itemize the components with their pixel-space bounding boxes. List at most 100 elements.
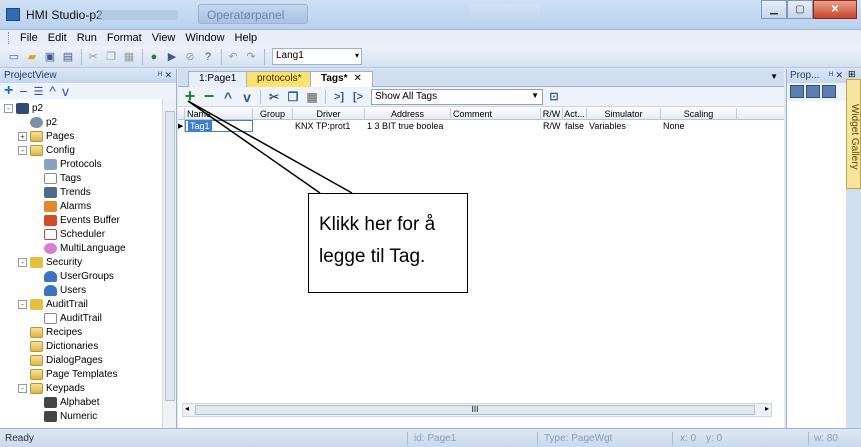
tree-item-config[interactable]: - Config [18,143,75,157]
tabs-dropdown-icon[interactable]: ▼ [770,72,778,81]
scroll-left-icon[interactable]: ◂ [185,404,189,413]
menu-file[interactable]: File [15,32,43,44]
move-down-icon[interactable]: v [239,89,255,105]
cut-icon[interactable]: ✂ [85,49,101,65]
play-icon[interactable]: ▶ [164,49,180,65]
row-indicator-icon[interactable]: ▶ [178,120,185,132]
add-icon[interactable]: + [4,82,13,100]
tab-tags[interactable]: Tags* ✕ [310,71,373,88]
tree-item-page-templates[interactable]: Page Templates [18,367,118,381]
column-header-rw[interactable]: R/W [541,108,563,119]
scrollbar-thumb[interactable] [165,111,175,401]
scrollbar-thumb[interactable]: III [195,405,755,415]
tree-item-scheduler[interactable]: Scheduler [32,227,105,241]
remove-icon[interactable]: − [19,83,27,99]
collapse-icon[interactable]: - [4,103,13,113]
tree-item-dialogpages[interactable]: DialogPages [18,353,103,367]
tree-item-protocols[interactable]: Protocols [32,157,102,171]
add-tag-icon[interactable]: + [182,86,198,106]
menu-edit[interactable]: Edit [43,32,72,44]
column-header-active[interactable]: Act... [563,108,587,119]
tree-item-trends[interactable]: Trends [32,185,91,199]
close-tab-icon[interactable]: ✕ [354,73,362,84]
tree-item-tags[interactable]: Tags [32,171,81,185]
copy-icon[interactable]: ❐ [103,49,119,65]
properties-advanced-icon[interactable] [822,85,836,98]
tag-comment-cell[interactable] [451,120,541,132]
tab-protocols[interactable]: protocols* [246,71,313,87]
panel-pin-close-controls[interactable]: ᴴ ✕ [158,70,172,81]
run-icon[interactable]: ● [146,49,162,65]
remove-tag-icon[interactable]: − [201,86,217,106]
properties-sort-icon[interactable] [806,85,820,98]
filter-icon[interactable]: ⊡ [546,89,562,105]
tree-item-dictionaries[interactable]: Dictionaries [18,339,98,353]
tree-item-numeric[interactable]: Numeric [32,409,97,423]
copy-icon[interactable]: ❐ [285,89,301,105]
maximize-button[interactable]: ▢ [787,0,813,19]
tree-item-keypads[interactable]: - Keypads [18,381,85,395]
tag-rw-cell[interactable]: R/W [541,120,563,132]
tree-item-audittrail[interactable]: - AuditTrail [18,297,88,311]
new-icon[interactable]: ▭ [6,49,22,65]
menu-view[interactable]: View [147,32,181,44]
panel-pin-close-controls[interactable]: ᴴ ✕ [829,70,843,82]
redo-icon[interactable]: ↷ [243,49,259,65]
collapse-icon[interactable]: - [18,299,27,309]
stop-icon[interactable]: ⊘ [182,49,198,65]
column-header-name[interactable]: Name [185,108,253,119]
tree-item-alarms[interactable]: Alarms [32,199,91,213]
close-button[interactable]: ✕ [813,0,857,19]
tag-scaling-cell[interactable]: None [661,120,737,132]
tree-item-multilanguage[interactable]: MultiLanguage [32,241,126,255]
scroll-right-icon[interactable]: ▸ [765,404,769,413]
open-icon[interactable]: ▰ [24,49,40,65]
import-icon[interactable]: >] [331,89,347,105]
paste-icon[interactable]: ▦ [121,49,137,65]
horizontal-scrollbar[interactable]: ◂ III ▸ [182,403,772,417]
menu-run[interactable]: Run [72,32,102,44]
tree-item-usergroups[interactable]: UserGroups [32,269,114,283]
tab-page1[interactable]: 1:Page1 [188,71,248,87]
tree-item-events-buffer[interactable]: Events Buffer [32,213,120,227]
collapse-icon[interactable]: - [18,145,27,155]
widget-gallery-tab[interactable]: Widget Gallery [846,79,861,189]
minimize-button[interactable]: ▁ [761,0,787,19]
move-up-icon[interactable]: ^ [220,89,236,105]
tree-item-p2[interactable]: p2 [18,115,57,129]
table-row[interactable]: ▶ Tag1 KNX TP:prot1 1 3 BIT true boolea … [178,120,784,132]
properties-icon[interactable]: ☰ [34,85,44,98]
tag-name-cell[interactable]: Tag1 [185,120,253,132]
tree-item-alphabet[interactable]: Alphabet [32,395,99,409]
collapse-icon[interactable]: - [18,257,27,267]
language-select[interactable]: Lang1 ▾ [272,48,362,65]
project-view-scrollbar[interactable] [162,99,176,428]
column-header-scaling[interactable]: Scaling [661,108,737,119]
tree-item-pages[interactable]: + Pages [18,129,74,143]
tree-item-recipes[interactable]: Recipes [18,325,82,339]
tag-address-cell[interactable]: 1 3 BIT true boolea [365,120,451,132]
column-header-address[interactable]: Address [365,108,451,119]
column-header-driver[interactable]: Driver [293,108,365,119]
save-icon[interactable]: ▣ [42,49,58,65]
menu-window[interactable]: Window [180,32,229,44]
menu-help[interactable]: Help [230,32,263,44]
tag-active-cell[interactable]: false [563,120,587,132]
menu-format[interactable]: Format [102,32,147,44]
tag-filter-select[interactable]: Show All Tags ▼ [371,88,543,105]
properties-view-icon[interactable] [790,85,804,98]
expand-icon[interactable]: + [18,131,27,141]
column-header-simulator[interactable]: Simulator [587,108,661,119]
move-up-icon[interactable]: ^ [49,83,56,99]
tag-simulator-cell[interactable]: Variables [587,120,661,132]
tree-item-security[interactable]: - Security [18,255,82,269]
cut-icon[interactable]: ✂ [266,89,282,105]
tag-group-cell[interactable] [253,120,293,132]
tree-item-p2[interactable]: - p2 [4,101,43,115]
column-header-comment[interactable]: Comment [451,108,541,119]
save-all-icon[interactable]: ▤ [60,49,76,65]
tree-item-users[interactable]: Users [32,283,86,297]
collapse-icon[interactable]: - [18,383,27,393]
move-down-icon[interactable]: v [62,83,69,99]
export-icon[interactable]: [> [350,89,366,105]
